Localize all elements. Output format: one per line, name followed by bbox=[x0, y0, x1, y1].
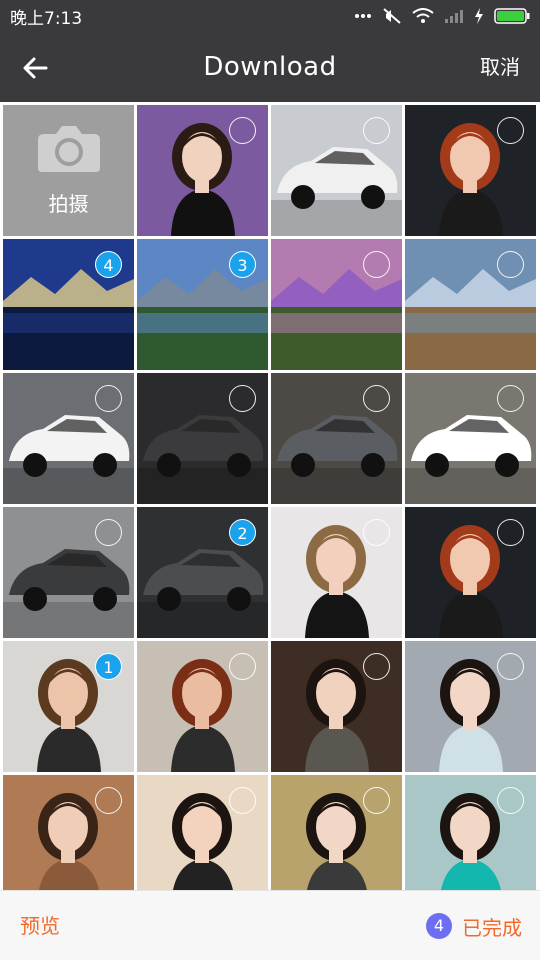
wifi-icon bbox=[412, 8, 434, 23]
status-icons bbox=[354, 7, 530, 25]
camera-icon bbox=[37, 126, 100, 172]
battery-icon bbox=[494, 8, 530, 24]
photo-thumbnail[interactable]: 1 bbox=[3, 641, 134, 772]
select-checkbox[interactable] bbox=[95, 787, 122, 814]
photo-thumbnail[interactable] bbox=[137, 775, 268, 890]
photo-thumbnail[interactable] bbox=[405, 105, 536, 236]
photo-thumbnail[interactable] bbox=[137, 105, 268, 236]
select-checkbox[interactable] bbox=[363, 117, 390, 144]
page-title: Download bbox=[203, 52, 337, 82]
photo-thumbnail[interactable] bbox=[271, 105, 402, 236]
photo-thumbnail[interactable]: 3 bbox=[137, 239, 268, 370]
photo-thumbnail[interactable]: 4 bbox=[3, 239, 134, 370]
select-checkbox[interactable] bbox=[497, 787, 524, 814]
select-checkbox[interactable] bbox=[363, 251, 390, 278]
photo-thumbnail[interactable] bbox=[405, 239, 536, 370]
photo-thumbnail[interactable] bbox=[137, 641, 268, 772]
select-checkbox[interactable] bbox=[229, 653, 256, 680]
photo-thumbnail[interactable] bbox=[3, 507, 134, 638]
select-checkbox[interactable] bbox=[497, 653, 524, 680]
selection-order-badge[interactable]: 4 bbox=[95, 251, 122, 278]
photo-thumbnail[interactable] bbox=[3, 775, 134, 890]
signal-icon bbox=[445, 10, 463, 23]
photo-thumbnail[interactable] bbox=[271, 239, 402, 370]
select-checkbox[interactable] bbox=[363, 653, 390, 680]
select-checkbox[interactable] bbox=[363, 385, 390, 412]
select-checkbox[interactable] bbox=[229, 117, 256, 144]
bottom-bar: 预览 4 已完成 bbox=[0, 890, 540, 960]
status-bar: 晚上7:13 bbox=[0, 0, 540, 32]
photo-thumbnail[interactable] bbox=[271, 507, 402, 638]
done-label: 已完成 bbox=[462, 915, 522, 940]
camera-label: 拍摄 bbox=[48, 192, 89, 216]
select-checkbox[interactable] bbox=[95, 385, 122, 412]
select-checkbox[interactable] bbox=[497, 519, 524, 546]
status-time: 晚上7:13 bbox=[10, 8, 83, 29]
select-checkbox[interactable] bbox=[363, 787, 390, 814]
cancel-button[interactable]: 取消 bbox=[480, 32, 520, 102]
preview-button[interactable]: 预览 bbox=[20, 891, 60, 960]
photo-thumbnail[interactable] bbox=[271, 373, 402, 504]
more-dots-icon bbox=[355, 14, 371, 18]
selected-count-badge: 4 bbox=[426, 913, 452, 939]
photo-thumbnail[interactable] bbox=[405, 373, 536, 504]
camera-tile[interactable]: 拍摄 bbox=[3, 105, 134, 236]
select-checkbox[interactable] bbox=[497, 117, 524, 144]
select-checkbox[interactable] bbox=[229, 787, 256, 814]
photo-thumbnail[interactable] bbox=[271, 641, 402, 772]
select-checkbox[interactable] bbox=[497, 251, 524, 278]
select-checkbox[interactable] bbox=[95, 519, 122, 546]
selection-order-badge[interactable]: 3 bbox=[229, 251, 256, 278]
done-button[interactable]: 4 已完成 bbox=[426, 891, 522, 960]
photo-thumbnail[interactable] bbox=[271, 775, 402, 890]
select-checkbox[interactable] bbox=[363, 519, 390, 546]
select-checkbox[interactable] bbox=[229, 385, 256, 412]
photo-thumbnail[interactable]: 2 bbox=[137, 507, 268, 638]
selection-order-badge[interactable]: 2 bbox=[229, 519, 256, 546]
mute-icon bbox=[383, 8, 401, 24]
charging-icon bbox=[475, 8, 483, 24]
photo-grid: 拍摄 4 3 2 1 bbox=[0, 102, 540, 890]
photo-thumbnail[interactable] bbox=[405, 775, 536, 890]
photo-thumbnail[interactable] bbox=[405, 507, 536, 638]
photo-thumbnail[interactable] bbox=[3, 373, 134, 504]
selection-order-badge[interactable]: 1 bbox=[95, 653, 122, 680]
photo-thumbnail[interactable] bbox=[137, 373, 268, 504]
photo-thumbnail[interactable] bbox=[405, 641, 536, 772]
select-checkbox[interactable] bbox=[497, 385, 524, 412]
title-bar: Download 取消 bbox=[0, 32, 540, 102]
